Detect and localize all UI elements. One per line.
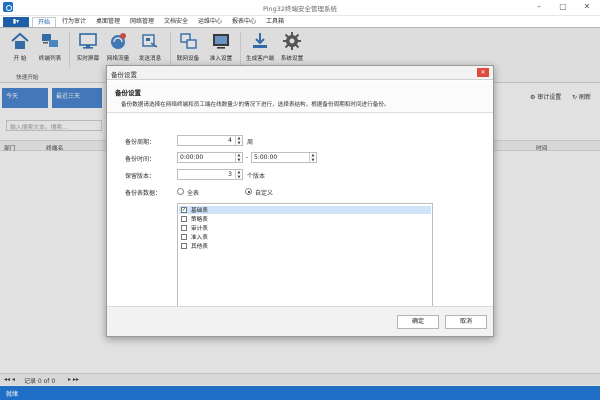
radio-custom-tables[interactable] bbox=[245, 188, 252, 195]
keep-unit: 个版本 bbox=[247, 173, 266, 180]
cancel-button[interactable]: 取消 bbox=[445, 315, 487, 329]
maximize-button[interactable]: ▢ bbox=[554, 0, 572, 14]
time-start-arrows[interactable]: ▲ ▼ bbox=[235, 152, 242, 162]
tab-desktop-management[interactable]: 桌面管理 bbox=[94, 17, 122, 27]
list-item[interactable]: 审计表 bbox=[179, 224, 431, 232]
period-label: 备份周期： bbox=[125, 139, 156, 146]
period-stepper[interactable]: 4 ▲ ▼ bbox=[177, 135, 243, 146]
tab-network-management[interactable]: 网络管理 bbox=[128, 17, 156, 27]
checkbox[interactable] bbox=[181, 243, 187, 249]
checkbox-checked[interactable]: ✓ bbox=[181, 207, 187, 213]
list-item[interactable]: 其他表 bbox=[179, 242, 431, 250]
time-separator: - bbox=[246, 154, 249, 161]
checkbox[interactable] bbox=[181, 234, 187, 240]
radio-custom-label: 自定义 bbox=[255, 190, 274, 197]
dialog-title-bar: 备份设置 ✕ bbox=[107, 66, 493, 80]
time-label: 备份时间： bbox=[125, 156, 156, 163]
backup-settings-dialog: 备份设置 ✕ 备份设置 备份数据请选择在网络终端和员工端在线数量少的情况下进行，… bbox=[106, 65, 494, 337]
ribbon-tab-bar: ▮▾ 开始 行为审计 桌面管理 网络管理 文档安全 运维中心 报表中心 工具箱 bbox=[0, 16, 600, 27]
tab-ops-center[interactable]: 运维中心 bbox=[196, 17, 224, 27]
table-select-list[interactable]: ✓ 基础表 策略表 审计表 准入表 其他表 bbox=[177, 203, 433, 309]
time-end-arrows[interactable]: ▲ ▼ bbox=[309, 152, 316, 162]
dialog-heading: 备份设置 bbox=[115, 89, 141, 97]
list-item[interactable]: 策略表 bbox=[179, 215, 431, 223]
title-bar: Ping32终端安全管理系统 – ▢ ✕ bbox=[0, 0, 600, 16]
period-stepper-arrows[interactable]: ▲ ▼ bbox=[235, 135, 242, 145]
time-end-input[interactable]: 5:00:00 ▲ ▼ bbox=[251, 152, 317, 163]
minimize-button[interactable]: – bbox=[530, 0, 548, 14]
dialog-title: 备份设置 bbox=[111, 71, 137, 79]
file-menu-button[interactable]: ▮▾ bbox=[3, 17, 29, 27]
keep-label: 保留版本： bbox=[125, 173, 156, 180]
period-unit: 周 bbox=[247, 139, 254, 146]
dialog-header: 备份设置 备份数据请选择在网络终端和员工端在线数量少的情况下进行，选择表结构，根… bbox=[107, 81, 493, 113]
radio-all-label: 全表 bbox=[187, 190, 200, 197]
tab-report-center[interactable]: 报表中心 bbox=[230, 17, 258, 27]
tables-label: 备份表数据： bbox=[125, 190, 162, 197]
ok-button[interactable]: 确定 bbox=[397, 315, 439, 329]
keep-versions-stepper[interactable]: 3 ▲ ▼ bbox=[177, 169, 243, 180]
list-item[interactable]: 准入表 bbox=[179, 233, 431, 241]
tab-toolbox[interactable]: 工具箱 bbox=[264, 17, 286, 27]
keep-stepper-arrows[interactable]: ▲ ▼ bbox=[235, 169, 242, 179]
time-start-input[interactable]: 0:00:00 ▲ ▼ bbox=[177, 152, 243, 163]
close-window-button[interactable]: ✕ bbox=[578, 0, 596, 14]
tab-document-security[interactable]: 文档安全 bbox=[162, 17, 190, 27]
checkbox[interactable] bbox=[181, 216, 187, 222]
window-title: Ping32终端安全管理系统 bbox=[262, 5, 338, 13]
status-text: 就绪 bbox=[6, 391, 19, 398]
radio-all-tables[interactable] bbox=[177, 188, 184, 195]
status-bar: 就绪 bbox=[0, 386, 600, 400]
checkbox[interactable] bbox=[181, 225, 187, 231]
list-item[interactable]: ✓ 基础表 bbox=[179, 206, 431, 214]
tab-behavior-audit[interactable]: 行为审计 bbox=[60, 17, 88, 27]
dialog-close-button[interactable]: ✕ bbox=[477, 68, 489, 77]
dialog-description: 备份数据请选择在网络终端和员工端在线数量少的情况下进行，选择表结构，根据备份周期… bbox=[121, 102, 390, 108]
tab-start[interactable]: 开始 bbox=[32, 17, 56, 27]
dialog-footer: 确定 取消 bbox=[107, 306, 493, 336]
